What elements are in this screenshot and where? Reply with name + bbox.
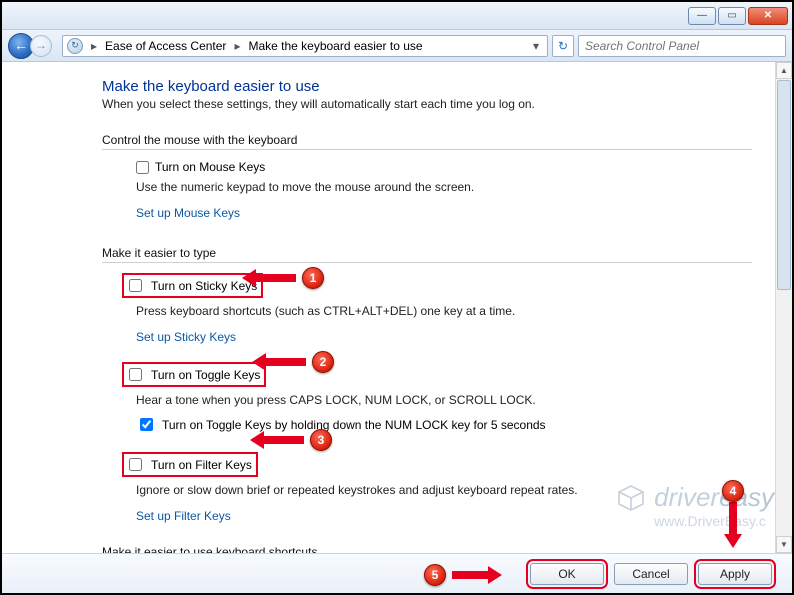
titlebar: — ▭ ✕ xyxy=(2,2,792,30)
section-shortcuts: Make it easier to use keyboard shortcuts xyxy=(102,545,752,553)
mouse-keys-checkbox[interactable] xyxy=(136,161,149,174)
back-icon: ← xyxy=(14,37,28,53)
section-type: Make it easier to type xyxy=(102,246,752,263)
scroll-up-button[interactable]: ▲ xyxy=(776,62,792,79)
content-pane: Make the keyboard easier to use When you… xyxy=(2,62,792,553)
refresh-button[interactable]: ↻ xyxy=(552,35,574,57)
footer: 5 OK Cancel Apply xyxy=(2,553,792,593)
sticky-keys-link[interactable]: Set up Sticky Keys xyxy=(136,330,236,344)
annotation-badge-1: 1 xyxy=(302,267,324,289)
close-button[interactable]: ✕ xyxy=(748,7,788,25)
maximize-icon: ▭ xyxy=(727,10,736,21)
scroll-thumb[interactable] xyxy=(777,80,791,290)
breadcrumb-sep: ▸ xyxy=(232,39,242,53)
maximize-button[interactable]: ▭ xyxy=(718,7,746,25)
toggle-keys-checkbox[interactable] xyxy=(129,368,142,381)
minimize-icon: — xyxy=(697,10,707,21)
annotation-badge-5: 5 xyxy=(424,564,446,586)
navbar: ← → ↻ ▸ Ease of Access Center ▸ Make the… xyxy=(2,30,792,62)
filter-keys-label: Turn on Filter Keys xyxy=(151,458,252,472)
forward-button[interactable]: → xyxy=(30,35,52,57)
toggle-keys-desc: Hear a tone when you press CAPS LOCK, NU… xyxy=(122,393,752,407)
address-dropdown-icon[interactable]: ▾ xyxy=(529,39,543,53)
mouse-keys-desc: Use the numeric keypad to move the mouse… xyxy=(136,180,752,194)
annotation-arrow-1 xyxy=(254,274,296,282)
annotation-badge-2: 2 xyxy=(312,351,334,373)
filter-keys-link[interactable]: Set up Filter Keys xyxy=(136,509,231,523)
sticky-keys-desc: Press keyboard shortcuts (such as CTRL+A… xyxy=(122,304,752,318)
address-bar[interactable]: ↻ ▸ Ease of Access Center ▸ Make the key… xyxy=(62,35,548,57)
control-panel-icon: ↻ xyxy=(67,38,83,54)
search-input[interactable] xyxy=(583,38,781,54)
annotation-arrow-5 xyxy=(452,571,490,579)
annotation-arrow-4 xyxy=(729,502,737,536)
sticky-keys-checkbox[interactable] xyxy=(129,279,142,292)
annotation-badge-3: 3 xyxy=(310,429,332,451)
ok-button[interactable]: OK xyxy=(530,563,604,585)
page-subtitle: When you select these settings, they wil… xyxy=(102,97,752,111)
toggle-keys-hold-checkbox[interactable] xyxy=(140,418,153,431)
apply-button[interactable]: Apply xyxy=(698,563,772,585)
toggle-keys-hold-label: Turn on Toggle Keys by holding down the … xyxy=(162,418,546,432)
page-title: Make the keyboard easier to use xyxy=(102,78,752,95)
breadcrumb-2[interactable]: Make the keyboard easier to use xyxy=(248,39,422,53)
cancel-button[interactable]: Cancel xyxy=(614,563,688,585)
search-box[interactable] xyxy=(578,35,786,57)
toggle-keys-highlight: Turn on Toggle Keys xyxy=(122,362,266,387)
vertical-scrollbar[interactable]: ▲ ▼ xyxy=(775,62,792,553)
breadcrumb-sep: ▸ xyxy=(89,39,99,53)
filter-keys-desc: Ignore or slow down brief or repeated ke… xyxy=(122,483,752,497)
section-mouse: Control the mouse with the keyboard xyxy=(102,133,752,150)
breadcrumb-1[interactable]: Ease of Access Center xyxy=(105,39,226,53)
close-icon: ✕ xyxy=(764,10,772,21)
filter-keys-checkbox[interactable] xyxy=(129,458,142,471)
forward-icon: → xyxy=(35,38,47,52)
scroll-down-button[interactable]: ▼ xyxy=(776,536,792,553)
filter-keys-highlight: Turn on Filter Keys xyxy=(122,452,258,477)
annotation-badge-4: 4 xyxy=(722,480,744,502)
annotation-arrow-3 xyxy=(262,436,304,444)
mouse-keys-label: Turn on Mouse Keys xyxy=(155,160,265,174)
nav-buttons: ← → xyxy=(8,33,58,59)
annotation-arrow-2 xyxy=(264,358,306,366)
refresh-icon: ↻ xyxy=(558,39,568,53)
mouse-keys-link[interactable]: Set up Mouse Keys xyxy=(136,206,240,220)
toggle-keys-label: Turn on Toggle Keys xyxy=(151,368,260,382)
minimize-button[interactable]: — xyxy=(688,7,716,25)
